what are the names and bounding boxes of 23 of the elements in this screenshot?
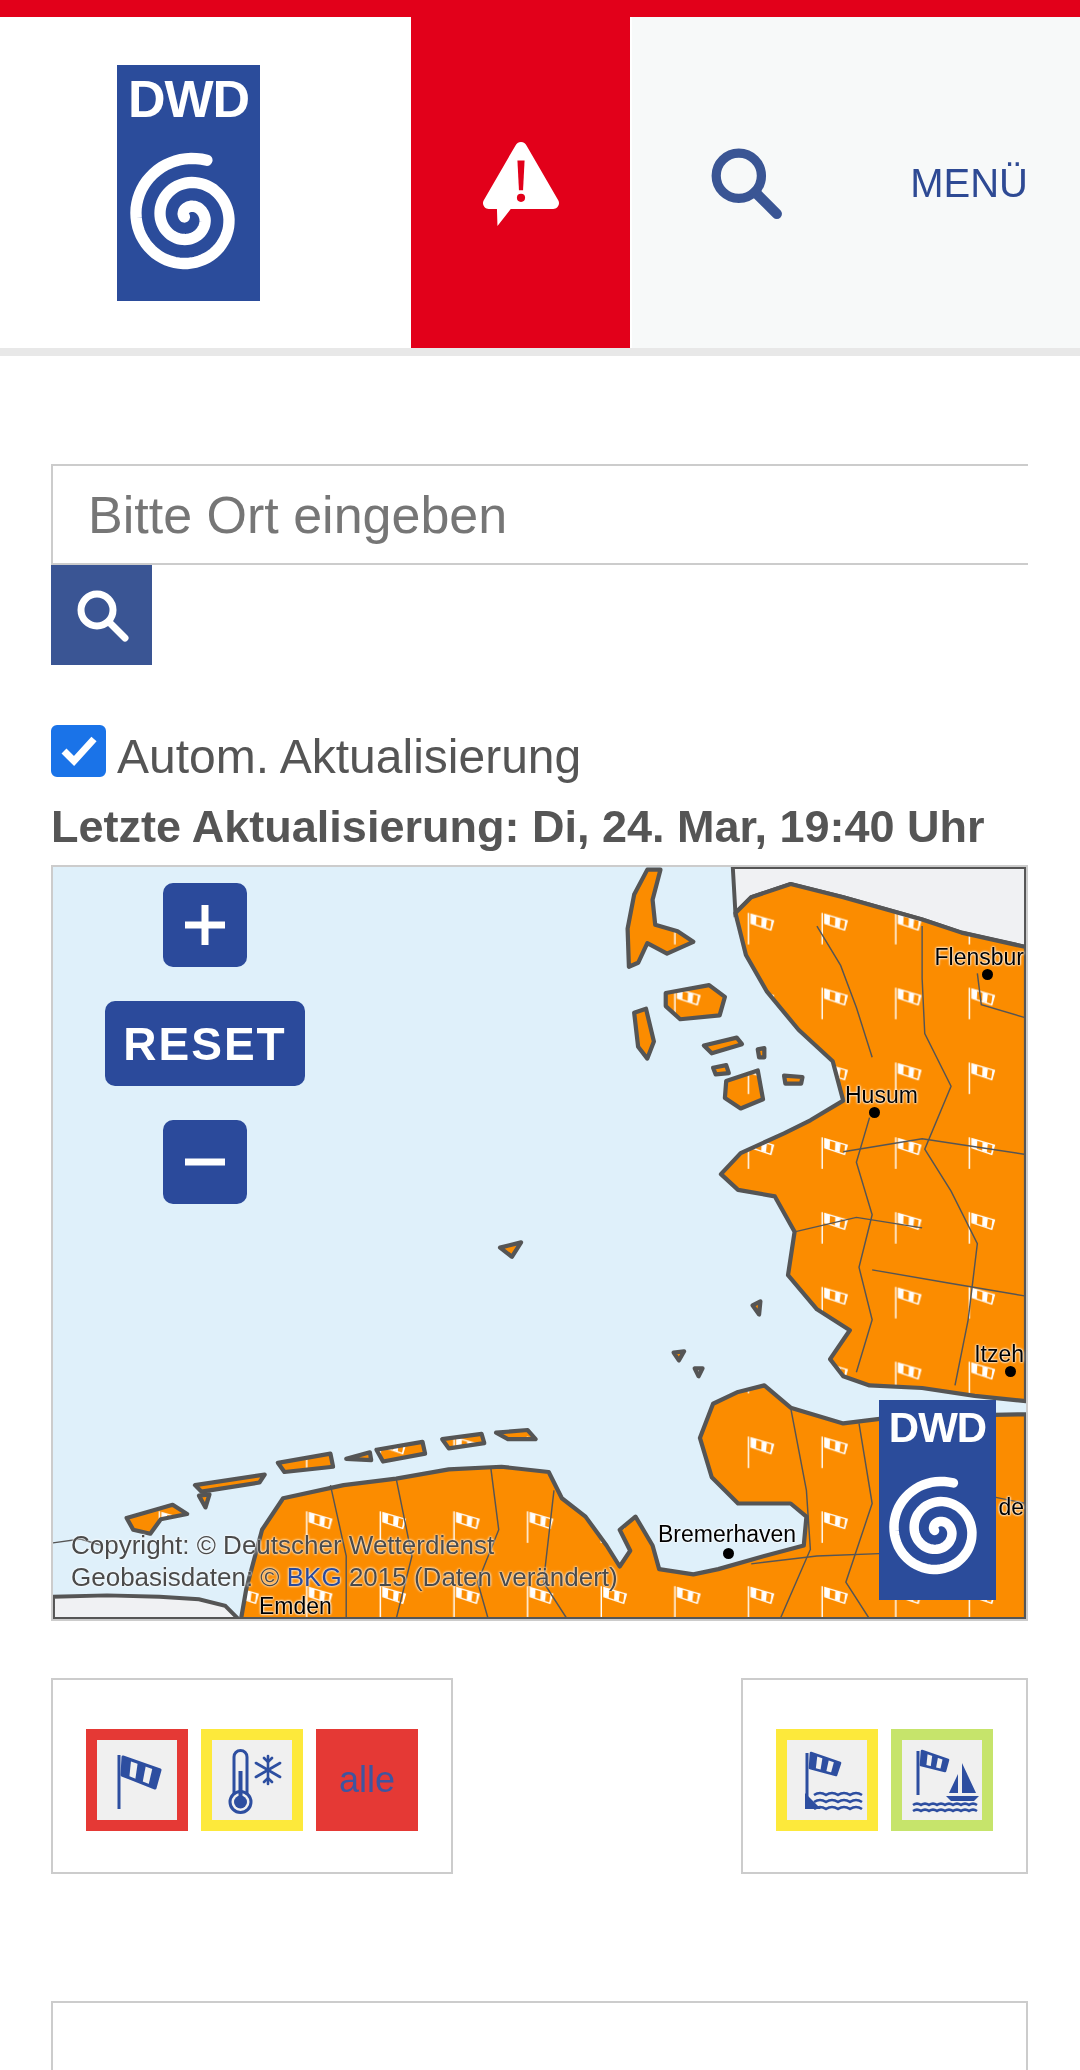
dwd-logo[interactable]: DWD — [117, 64, 260, 301]
reset-button[interactable]: RESET — [105, 1001, 305, 1086]
frost-filter-button[interactable] — [201, 1729, 303, 1831]
auto-update-checkbox[interactable] — [51, 725, 106, 777]
zoom-in-button[interactable] — [163, 883, 247, 967]
menu-button[interactable]: MENÜ — [910, 162, 1028, 203]
place-label: Flensbur — [934, 945, 1024, 970]
last-update-text: Letzte Aktualisierung: Di, 24. Mar, 19:40 Uhr — [51, 801, 986, 853]
place-label: Itzeh — [974, 1342, 1024, 1367]
logo-text: DWD — [888, 1407, 987, 1449]
wind-filter-button[interactable] — [86, 1729, 188, 1831]
storm-surge-filter-button[interactable] — [776, 1729, 878, 1831]
search-submit-button[interactable] — [51, 565, 152, 665]
auto-update-label: Autom. Aktualisierung — [117, 729, 582, 786]
search-field[interactable]: Bitte Ort eingeben — [51, 464, 1028, 565]
logo-text: DWD — [127, 72, 250, 125]
sea-wind-filter-button[interactable] — [891, 1729, 993, 1831]
place-label: Bremerhaven — [658, 1522, 797, 1547]
zoom-out-button[interactable] — [163, 1120, 247, 1204]
place-label: Husum — [845, 1083, 918, 1108]
place-label: de — [998, 1495, 1024, 1520]
checkmark-icon — [59, 734, 98, 768]
warnings-button[interactable] — [411, 17, 630, 348]
